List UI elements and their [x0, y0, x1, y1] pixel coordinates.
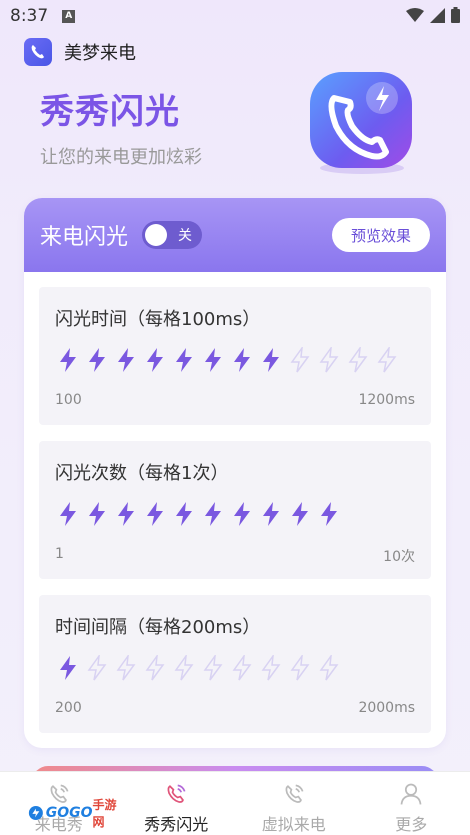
bolt-filled-icon[interactable]: [57, 655, 79, 681]
bolt-empty-icon[interactable]: [289, 655, 311, 681]
tab-label: 更多: [395, 815, 428, 834]
bolt-empty-icon[interactable]: [144, 655, 166, 681]
bolt-empty-icon[interactable]: [289, 347, 311, 373]
status-icons: [406, 7, 460, 23]
range-min: 1: [55, 546, 64, 562]
bolt-filled-icon[interactable]: [260, 347, 282, 373]
range-max: 1200ms: [358, 392, 415, 408]
bolt-empty-icon[interactable]: [231, 655, 253, 681]
bolt-slider[interactable]: [57, 501, 340, 527]
watermark-text-2: 手游网: [92, 798, 117, 829]
bolt-filled-icon[interactable]: [86, 347, 108, 373]
tab-flash[interactable]: 秀秀闪光: [118, 772, 236, 835]
page-title: 秀秀闪光: [40, 92, 180, 132]
notification-a-icon: A: [62, 9, 76, 23]
bolt-filled-icon[interactable]: [202, 501, 224, 527]
bolt-filled-icon[interactable]: [289, 501, 311, 527]
tab-more[interactable]: 更多: [353, 772, 470, 835]
card-header: 来电闪光 关 预览效果: [24, 198, 446, 272]
range-min: 100: [55, 392, 82, 408]
bolt-empty-icon[interactable]: [376, 347, 398, 373]
bolt-empty-icon[interactable]: [202, 655, 224, 681]
flash-duration-section: 闪光时间（每格100ms） 100 1200ms: [39, 287, 431, 425]
preview-button[interactable]: 预览效果: [332, 218, 430, 252]
page-subtitle: 让您的来电更加炫彩: [40, 147, 202, 168]
battery-icon: [451, 7, 460, 23]
range-max: 10次: [383, 549, 415, 565]
bolt-filled-icon[interactable]: [57, 347, 79, 373]
bolt-filled-icon[interactable]: [202, 347, 224, 373]
bolt-filled-icon[interactable]: [318, 501, 340, 527]
bolt-filled-icon[interactable]: [86, 501, 108, 527]
wifi-icon: [406, 7, 424, 22]
flash-settings-card: 来电闪光 关 预览效果 闪光时间（每格100ms） 100 1200ms 闪光次…: [24, 198, 446, 748]
bolt-slider[interactable]: [57, 347, 398, 373]
bolt-empty-icon[interactable]: [115, 655, 137, 681]
app-bar: 美梦来电: [24, 38, 136, 66]
app-logo-icon: [24, 38, 52, 66]
bolt-empty-icon[interactable]: [318, 347, 340, 373]
toggle-state-label: 关: [178, 228, 193, 244]
status-bar: 8:37 A: [0, 0, 470, 32]
tab-label: 秀秀闪光: [144, 815, 209, 834]
range-min: 200: [55, 700, 82, 716]
section-label: 时间间隔（每格200ms）: [55, 617, 261, 638]
phone-ring-icon: [167, 784, 186, 803]
bolt-slider[interactable]: [57, 655, 340, 681]
person-icon: [400, 783, 422, 805]
status-time: 8:37: [10, 6, 49, 26]
bolt-filled-icon[interactable]: [57, 501, 79, 527]
bolt-empty-icon[interactable]: [173, 655, 195, 681]
gogo-logo-icon: [28, 806, 43, 820]
signal-icon: [430, 7, 445, 23]
bolt-filled-icon[interactable]: [144, 347, 166, 373]
phone-ring-icon: [285, 784, 304, 803]
flash-interval-section: 时间间隔（每格200ms） 200 2000ms: [39, 595, 431, 733]
bolt-empty-icon[interactable]: [347, 347, 369, 373]
bolt-filled-icon[interactable]: [231, 501, 253, 527]
phone-flash-icon: [310, 72, 412, 174]
gogo-watermark-logo: GOGO 手游网: [28, 798, 124, 829]
tab-label: 虚拟来电: [261, 815, 326, 834]
app-name: 美梦来电: [64, 43, 136, 64]
section-label: 闪光次数（每格1次）: [55, 463, 229, 484]
section-label: 闪光时间（每格100ms）: [55, 309, 261, 330]
bolt-filled-icon[interactable]: [260, 501, 282, 527]
bolt-filled-icon[interactable]: [115, 501, 137, 527]
flash-count-section: 闪光次数（每格1次） 1 10次: [39, 441, 431, 579]
card-title: 来电闪光: [40, 225, 129, 250]
bolt-filled-icon[interactable]: [173, 501, 195, 527]
tab-virtual-call[interactable]: 虚拟来电: [235, 772, 353, 835]
toggle-knob: [145, 224, 168, 246]
bolt-filled-icon[interactable]: [231, 347, 253, 373]
bolt-empty-icon[interactable]: [318, 655, 340, 681]
flash-toggle[interactable]: 关: [142, 221, 203, 249]
bolt-empty-icon[interactable]: [86, 655, 108, 681]
bolt-empty-icon[interactable]: [260, 655, 282, 681]
bolt-filled-icon[interactable]: [173, 347, 195, 373]
watermark-text: GOGO: [45, 805, 93, 821]
bolt-filled-icon[interactable]: [115, 347, 137, 373]
range-max: 2000ms: [358, 700, 415, 716]
bolt-filled-icon[interactable]: [144, 501, 166, 527]
